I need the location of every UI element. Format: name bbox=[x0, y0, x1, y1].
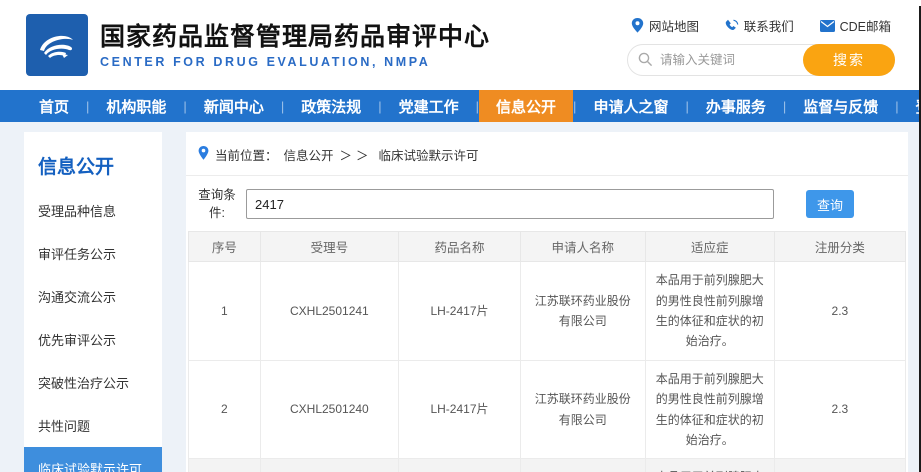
cell-registration-class: 2.3 bbox=[774, 459, 905, 472]
sitemap-link[interactable]: 网站地图 bbox=[631, 16, 699, 35]
location-pin-icon bbox=[198, 146, 209, 163]
table-row: 2 CXHL2501240 LH-2417片 江苏联环药业股份有限公司 本品用于… bbox=[189, 360, 906, 459]
sitemap-label: 网站地图 bbox=[649, 16, 699, 35]
col-header-registration-class: 注册分类 bbox=[774, 232, 905, 262]
col-header-applicant: 申请人名称 bbox=[520, 232, 645, 262]
col-header-drug-name: 药品名称 bbox=[399, 232, 521, 262]
col-header-index: 序号 bbox=[189, 232, 261, 262]
main-nav: 首页 机构职能 新闻中心 政策法规 党建工作 信息公开 申请人之窗 办事服务 监… bbox=[0, 90, 921, 122]
breadcrumb: 当前位置： 信息公开 ＞＞ 临床试验默示许可 bbox=[186, 132, 908, 176]
quick-links: 网站地图 联系我们 CDE邮箱 bbox=[627, 16, 895, 35]
table-header-row: 序号 受理号 药品名称 申请人名称 适应症 注册分类 bbox=[189, 232, 906, 262]
nav-item-news[interactable]: 新闻中心 bbox=[187, 90, 281, 122]
cell-acceptance-no: CXHL2501239 bbox=[260, 459, 398, 472]
mail-icon bbox=[820, 20, 835, 32]
sidebar-item-clinical-trial-implied-license[interactable]: 临床试验默示许可 bbox=[24, 447, 162, 472]
col-header-indication: 适应症 bbox=[645, 232, 774, 262]
cell-drug-name: LH-2417片 bbox=[399, 459, 521, 472]
cell-applicant: 江苏联环药业股份有限公司 bbox=[520, 262, 645, 361]
nav-item-home[interactable]: 首页 bbox=[22, 90, 86, 122]
site-title: 国家药品监督管理局药品审评中心 bbox=[100, 22, 490, 52]
mail-link[interactable]: CDE邮箱 bbox=[820, 16, 891, 35]
main-panel: 当前位置： 信息公开 ＞＞ 临床试验默示许可 查询条件: 查询 序号 受理 bbox=[186, 132, 908, 472]
cell-drug-name: LH-2417片 bbox=[399, 360, 521, 459]
brand-text: 国家药品监督管理局药品审评中心 CENTER FOR DRUG EVALUATI… bbox=[100, 22, 490, 69]
searchbar: 搜索 bbox=[627, 44, 895, 76]
cde-logo-icon bbox=[26, 14, 88, 76]
sidebar-item-accepted-varieties[interactable]: 受理品种信息 bbox=[24, 189, 162, 232]
search-button[interactable]: 搜索 bbox=[803, 44, 895, 76]
search-icon bbox=[638, 52, 653, 72]
breadcrumb-section[interactable]: 信息公开 bbox=[284, 145, 334, 164]
breadcrumb-current: 临床试验默示许可 bbox=[379, 145, 479, 164]
cde-website-page: 国家药品监督管理局药品审评中心 CENTER FOR DRUG EVALUATI… bbox=[0, 0, 921, 472]
nav-item-party[interactable]: 党建工作 bbox=[382, 90, 476, 122]
phone-icon bbox=[725, 19, 739, 33]
cell-index: 3 bbox=[189, 459, 261, 472]
cell-acceptance-no: CXHL2501241 bbox=[260, 262, 398, 361]
nav-item-registration-platform[interactable]: 登记备案平台 bbox=[899, 90, 921, 122]
sidebar-item-common-issues[interactable]: 共性问题 bbox=[24, 404, 162, 447]
cell-indication: 本品用于前列腺肥大的男性良性前列腺增生的体征和症状的初始治疗。 bbox=[645, 262, 774, 361]
breadcrumb-prefix: 当前位置： bbox=[215, 145, 278, 164]
sidebar-item-review-tasks[interactable]: 审评任务公示 bbox=[24, 232, 162, 275]
cell-registration-class: 2.3 bbox=[774, 262, 905, 361]
query-condition-input[interactable] bbox=[246, 189, 774, 219]
table-row: 3 CXHL2501239 LH-2417片 江苏联环药业股份有限公司 本品用于… bbox=[189, 459, 906, 472]
cell-indication: 本品用于前列腺肥大的男性良性前列腺增生的体征和症状的初始治疗。 bbox=[645, 459, 774, 472]
mail-label: CDE邮箱 bbox=[840, 16, 891, 35]
query-form: 查询条件: 查询 bbox=[186, 176, 908, 231]
sidebar-item-priority-review[interactable]: 优先审评公示 bbox=[24, 318, 162, 361]
breadcrumb-separator: ＞＞ bbox=[340, 145, 373, 164]
brand: 国家药品监督管理局药品审评中心 CENTER FOR DRUG EVALUATI… bbox=[26, 14, 490, 76]
content-area: 信息公开 受理品种信息 审评任务公示 沟通交流公示 优先审评公示 突破性治疗公示… bbox=[0, 122, 921, 472]
nav-item-services[interactable]: 办事服务 bbox=[689, 90, 783, 122]
cell-acceptance-no: CXHL2501240 bbox=[260, 360, 398, 459]
query-condition-label: 查询条件: bbox=[196, 186, 238, 222]
contact-link[interactable]: 联系我们 bbox=[725, 16, 794, 35]
cell-registration-class: 2.3 bbox=[774, 360, 905, 459]
contact-label: 联系我们 bbox=[744, 16, 794, 35]
sidebar-item-communication[interactable]: 沟通交流公示 bbox=[24, 275, 162, 318]
nav-item-policies[interactable]: 政策法规 bbox=[284, 90, 378, 122]
cell-applicant: 江苏联环药业股份有限公司 bbox=[520, 459, 645, 472]
nav-item-applicant-window[interactable]: 申请人之窗 bbox=[576, 90, 685, 122]
nav-item-supervision[interactable]: 监督与反馈 bbox=[786, 90, 895, 122]
sidebar: 信息公开 受理品种信息 审评任务公示 沟通交流公示 优先审评公示 突破性治疗公示… bbox=[24, 132, 162, 472]
header-right: 网站地图 联系我们 CDE邮箱 bbox=[627, 16, 895, 76]
table-row: 1 CXHL2501241 LH-2417片 江苏联环药业股份有限公司 本品用于… bbox=[189, 262, 906, 361]
sidebar-item-breakthrough-therapy[interactable]: 突破性治疗公示 bbox=[24, 361, 162, 404]
nav-item-functions[interactable]: 机构职能 bbox=[89, 90, 183, 122]
query-button[interactable]: 查询 bbox=[806, 190, 854, 218]
site-subtitle: CENTER FOR DRUG EVALUATION, NMPA bbox=[100, 55, 490, 69]
col-header-acceptance-no: 受理号 bbox=[260, 232, 398, 262]
cell-index: 2 bbox=[189, 360, 261, 459]
cell-index: 1 bbox=[189, 262, 261, 361]
cell-indication: 本品用于前列腺肥大的男性良性前列腺增生的体征和症状的初始治疗。 bbox=[645, 360, 774, 459]
site-header: 国家药品监督管理局药品审评中心 CENTER FOR DRUG EVALUATI… bbox=[0, 0, 921, 90]
cell-drug-name: LH-2417片 bbox=[399, 262, 521, 361]
cell-applicant: 江苏联环药业股份有限公司 bbox=[520, 360, 645, 459]
results-table: 序号 受理号 药品名称 申请人名称 适应症 注册分类 1 CXHL2501241… bbox=[188, 231, 906, 472]
nav-item-info-disclosure[interactable]: 信息公开 bbox=[479, 90, 573, 122]
sidebar-title: 信息公开 bbox=[24, 132, 162, 189]
map-pin-icon bbox=[631, 18, 644, 33]
